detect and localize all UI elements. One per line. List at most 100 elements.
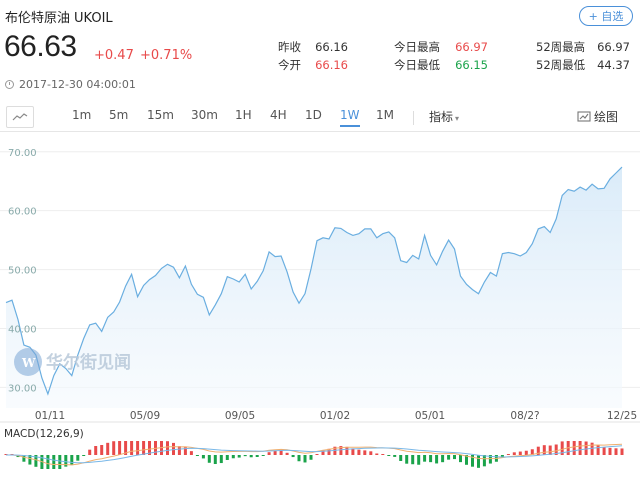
quote-time: 2017-12-30 04:00:01 <box>5 78 136 91</box>
price-change-percent: +0.71% <box>140 48 193 63</box>
macd-bar <box>357 449 361 455</box>
macd-bar <box>482 455 486 467</box>
macd-bar <box>435 455 439 464</box>
macd-bar <box>405 455 409 464</box>
y-tick-label: 70.00 <box>8 148 37 159</box>
wk52-low-label: 52周最低 <box>536 58 586 72</box>
macd-bar <box>189 451 193 455</box>
price-chart[interactable]: 70.00 60.00 50.00 40.00 30.00 01/11 05/09 09/0… <box>0 140 640 482</box>
stats-column-52wk: 52周最高 66.97 52周最低 44.37 <box>536 38 630 74</box>
macd-bar <box>399 455 403 461</box>
period-1w[interactable]: 1W <box>340 108 360 127</box>
macd-bar <box>441 455 445 463</box>
macd-bar <box>273 451 277 455</box>
macd-bar <box>243 455 247 457</box>
period-1mo[interactable]: 1M <box>376 108 394 122</box>
macd-bar <box>506 454 510 455</box>
period-15m[interactable]: 15m <box>147 108 174 122</box>
macd-bar <box>46 455 50 469</box>
macd-bar <box>596 444 600 455</box>
toolbar-divider <box>413 111 414 125</box>
day-low-value: 66.15 <box>455 58 488 72</box>
draw-label: 绘图 <box>593 110 618 124</box>
macd-bar <box>411 455 415 465</box>
macd-bar <box>237 455 241 458</box>
x-axis-ticks: 01/11 05/09 09/05 01/02 05/01 08/2? 12/25 <box>35 410 637 422</box>
macd-histogram <box>4 441 624 469</box>
macd-bar <box>363 450 367 455</box>
macd-bar <box>76 455 80 461</box>
x-tick-label: 01/02 <box>320 410 350 422</box>
macd-bar <box>309 455 313 460</box>
macd-bar <box>94 446 98 455</box>
macd-bar <box>297 455 301 462</box>
macd-bar <box>620 448 624 455</box>
x-tick-label: 01/11 <box>35 410 65 422</box>
last-price: 66.63 <box>4 30 77 63</box>
macd-bar <box>255 455 259 457</box>
macd-bar <box>447 455 451 460</box>
macd-bar <box>249 455 253 458</box>
wk52-low-value: 44.37 <box>597 58 630 72</box>
period-1h[interactable]: 1H <box>235 108 252 122</box>
period-30m[interactable]: 30m <box>191 108 218 122</box>
open-value: 66.16 <box>315 58 348 72</box>
x-tick-label: 05/01 <box>415 410 445 422</box>
macd-bar <box>106 442 110 455</box>
macd-bar <box>195 455 199 456</box>
macd-bar <box>219 455 223 464</box>
macd-bar <box>142 441 146 455</box>
macd-bar <box>82 455 86 456</box>
macd-bar <box>100 444 104 455</box>
prev-close-label: 昨收 <box>278 40 301 54</box>
x-tick-label: 09/05 <box>225 410 255 422</box>
macd-bar <box>70 455 74 466</box>
macd-bar <box>578 441 582 455</box>
period-4h[interactable]: 4H <box>270 108 287 122</box>
macd-bar <box>542 445 546 455</box>
day-low-label: 今日最低 <box>394 58 440 72</box>
macd-bar <box>572 441 576 455</box>
wk52-high-value: 66.97 <box>597 40 630 54</box>
period-1d[interactable]: 1D <box>305 108 322 122</box>
macd-bar <box>261 455 265 456</box>
macd-bar <box>614 448 618 455</box>
stats-column-day: 今日最高 66.97 今日最低 66.15 <box>394 38 488 74</box>
watermark-text: 华尔街见闻 <box>46 352 131 373</box>
add-watchlist-button[interactable]: + 自选 <box>579 6 633 26</box>
macd-bar <box>207 455 211 463</box>
day-high-value: 66.97 <box>455 40 488 54</box>
macd-bar <box>584 441 588 455</box>
period-5m[interactable]: 5m <box>109 108 128 122</box>
macd-bar <box>177 446 181 455</box>
watermark: W 华尔街见闻 <box>14 348 131 376</box>
macd-bar <box>453 455 456 460</box>
macd-bar <box>291 455 295 458</box>
y-tick-label: 40.00 <box>8 324 37 335</box>
macd-bar <box>512 452 516 455</box>
macd-bar <box>602 447 606 455</box>
instrument-title: 布伦特原油 UKOIL <box>5 7 113 26</box>
x-tick-label: 12/25 <box>607 410 637 422</box>
period-1m[interactable]: 1m <box>72 108 91 122</box>
macd-bar <box>369 451 373 455</box>
svg-text:W: W <box>21 356 36 370</box>
instrument-name: 布伦特原油 <box>5 11 71 26</box>
indicator-label: 指标 <box>429 110 454 124</box>
stats-column-prev: 昨收 66.16 今开 66.16 <box>278 38 348 74</box>
macd-bar <box>52 455 56 469</box>
macd-bar <box>477 455 480 468</box>
macd-bar <box>136 441 140 455</box>
indicator-dropdown[interactable]: 指标 ▾ <box>429 108 459 125</box>
macd-bar <box>524 450 528 455</box>
macd-bar <box>345 446 349 455</box>
macd-bar <box>118 441 122 455</box>
macd-bar <box>417 455 421 465</box>
macd-bar <box>58 455 62 469</box>
line-chart-icon[interactable] <box>6 106 34 128</box>
macd-bar <box>423 455 427 462</box>
macd-bar <box>130 441 134 455</box>
macd-bar <box>375 453 379 455</box>
draw-button[interactable]: 绘图 <box>577 108 618 125</box>
macd-bar <box>393 455 397 457</box>
